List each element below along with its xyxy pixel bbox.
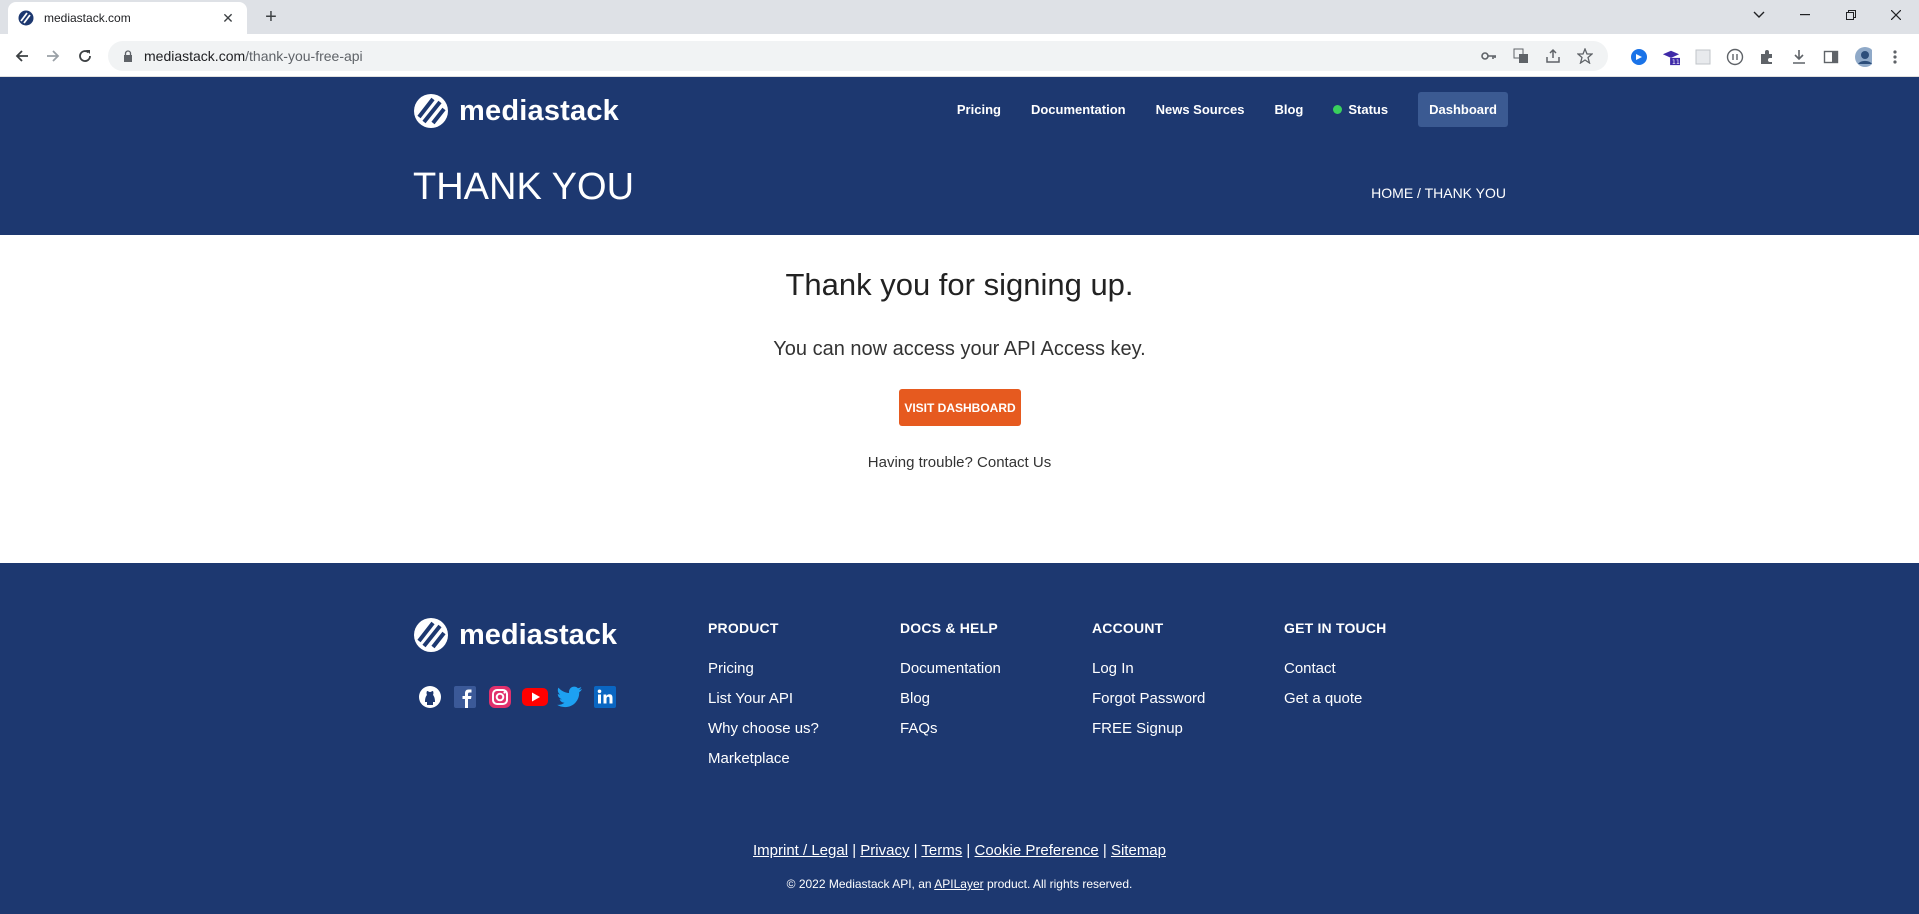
extension-blue-circle-icon[interactable] bbox=[1630, 48, 1648, 66]
footer-column-account: ACCOUNT Log In Forgot Password FREE Sign… bbox=[1092, 620, 1205, 750]
back-button[interactable] bbox=[8, 42, 36, 70]
privacy-link[interactable]: Privacy bbox=[860, 842, 909, 859]
new-tab-button[interactable]: + bbox=[258, 4, 284, 30]
profile-avatar-icon[interactable] bbox=[1854, 47, 1872, 67]
copyright-suffix: product. All rights reserved. bbox=[983, 877, 1133, 891]
cookie-preference-link[interactable]: Cookie Preference bbox=[975, 842, 1099, 859]
nav-documentation[interactable]: Documentation bbox=[1031, 102, 1126, 117]
nav-pricing[interactable]: Pricing bbox=[957, 102, 1001, 117]
linkedin-icon[interactable] bbox=[592, 684, 618, 710]
nav-dashboard-button[interactable]: Dashboard bbox=[1418, 92, 1508, 127]
side-panel-icon[interactable] bbox=[1822, 48, 1840, 66]
nav-status-label: Status bbox=[1348, 102, 1389, 117]
key-icon[interactable] bbox=[1480, 47, 1498, 65]
footer-column-product: PRODUCT Pricing List Your API Why choose… bbox=[708, 620, 819, 780]
imprint-legal-link[interactable]: Imprint / Legal bbox=[753, 842, 848, 859]
social-links bbox=[417, 684, 618, 710]
restore-window-button[interactable] bbox=[1828, 0, 1874, 30]
address-bar[interactable]: mediastack.com/thank-you-free-api bbox=[108, 41, 1608, 71]
footer-heading-docs-help: DOCS & HELP bbox=[900, 620, 998, 636]
footer-heading-product: PRODUCT bbox=[708, 620, 779, 636]
footer-link-forgot-password[interactable]: Forgot Password bbox=[1092, 690, 1205, 708]
footer-link-list-your-api[interactable]: List Your API bbox=[708, 690, 819, 708]
footer-brand-logo[interactable]: mediastack bbox=[413, 617, 617, 653]
close-window-button[interactable] bbox=[1873, 0, 1919, 30]
sitemap-link[interactable]: Sitemap bbox=[1111, 842, 1166, 859]
extensions-puzzle-icon[interactable] bbox=[1758, 48, 1776, 66]
url-text: mediastack.com/thank-you-free-api bbox=[144, 48, 363, 64]
browser-menu-icon[interactable] bbox=[1886, 48, 1904, 66]
terms-link[interactable]: Terms bbox=[921, 842, 962, 859]
tab-search-icon[interactable] bbox=[1736, 0, 1782, 30]
mediastack-favicon-icon bbox=[18, 10, 34, 26]
visit-dashboard-button[interactable]: VISIT DASHBOARD bbox=[899, 389, 1021, 426]
footer-link-why-choose-us[interactable]: Why choose us? bbox=[708, 720, 819, 738]
download-icon[interactable] bbox=[1790, 48, 1808, 66]
mediastack-logo-icon bbox=[414, 618, 448, 652]
reload-button[interactable] bbox=[71, 42, 99, 70]
copyright-prefix: © 2022 Mediastack API, an bbox=[786, 877, 935, 891]
browser-tabstrip: mediastack.com ✕ + bbox=[0, 0, 1919, 34]
browser-toolbar: mediastack.com/thank-you-free-api 11 bbox=[0, 34, 1919, 77]
forward-button[interactable] bbox=[39, 42, 67, 70]
facebook-icon[interactable] bbox=[452, 684, 478, 710]
contact-us-link[interactable]: Having trouble? Contact Us bbox=[0, 454, 1919, 471]
nav-blog[interactable]: Blog bbox=[1274, 102, 1303, 117]
site-footer: mediastack PRODUCT Pricing List Your API… bbox=[0, 563, 1919, 914]
translate-icon[interactable] bbox=[1512, 47, 1530, 65]
share-icon[interactable] bbox=[1544, 47, 1562, 65]
extension-circle-icon[interactable] bbox=[1726, 48, 1744, 66]
footer-column-get-in-touch: GET IN TOUCH Contact Get a quote bbox=[1284, 620, 1386, 720]
footer-link-blog[interactable]: Blog bbox=[900, 690, 1001, 708]
footer-brand-name: mediastack bbox=[459, 618, 617, 651]
legal-links: Imprint / Legal | Privacy | Terms | Cook… bbox=[752, 842, 1166, 859]
bookmark-star-icon[interactable] bbox=[1576, 47, 1594, 65]
youtube-icon[interactable] bbox=[522, 684, 548, 710]
main-content: Thank you for signing up. You can now ac… bbox=[0, 235, 1919, 563]
footer-link-documentation[interactable]: Documentation bbox=[900, 660, 1001, 678]
footer-link-pricing[interactable]: Pricing bbox=[708, 660, 819, 678]
access-key-subheading: You can now access your API Access key. bbox=[773, 338, 1146, 360]
twitter-icon[interactable] bbox=[557, 684, 583, 710]
nav-status[interactable]: Status bbox=[1333, 102, 1388, 117]
footer-heading-account: ACCOUNT bbox=[1092, 620, 1164, 636]
footer-link-faqs[interactable]: FAQs bbox=[900, 720, 1001, 738]
page-title: THANK YOU bbox=[413, 166, 635, 208]
nav-news-sources[interactable]: News Sources bbox=[1156, 102, 1245, 117]
copyright: © 2022 Mediastack API, an APILayer produ… bbox=[0, 877, 1919, 891]
browser-tab[interactable]: mediastack.com ✕ bbox=[8, 2, 247, 34]
thank-you-heading: Thank you for signing up. bbox=[785, 267, 1134, 302]
footer-link-contact[interactable]: Contact bbox=[1284, 660, 1386, 678]
github-icon[interactable] bbox=[417, 684, 443, 710]
minimize-window-button[interactable] bbox=[1782, 0, 1828, 30]
url-path: /thank-you-free-api bbox=[245, 48, 363, 64]
footer-heading-get-in-touch: GET IN TOUCH bbox=[1284, 620, 1387, 636]
breadcrumb[interactable]: HOME / THANK YOU bbox=[1371, 185, 1506, 201]
footer-link-get-a-quote[interactable]: Get a quote bbox=[1284, 690, 1386, 708]
lock-icon bbox=[124, 50, 132, 62]
mediastack-logo-icon bbox=[414, 94, 448, 128]
extension-graduation-icon[interactable]: 11 bbox=[1662, 48, 1680, 66]
brand-name: mediastack bbox=[459, 94, 619, 127]
footer-link-free-signup[interactable]: FREE Signup bbox=[1092, 720, 1205, 738]
url-host: mediastack.com bbox=[144, 48, 246, 64]
footer-link-marketplace[interactable]: Marketplace bbox=[708, 750, 819, 768]
close-tab-icon[interactable]: ✕ bbox=[219, 10, 237, 27]
brand-logo-link[interactable]: mediastack bbox=[413, 93, 619, 129]
footer-column-docs-help: DOCS & HELP Documentation Blog FAQs bbox=[900, 620, 1001, 750]
footer-link-log-in[interactable]: Log In bbox=[1092, 660, 1205, 678]
tab-title: mediastack.com bbox=[44, 11, 131, 25]
main-nav: Pricing Documentation News Sources Blog … bbox=[927, 92, 1508, 127]
site-header: mediastack Pricing Documentation News So… bbox=[0, 77, 1919, 235]
instagram-icon[interactable] bbox=[487, 684, 513, 710]
status-indicator-dot bbox=[1333, 105, 1343, 114]
apilayer-link[interactable]: APILayer bbox=[934, 877, 983, 891]
extension-grid-icon[interactable] bbox=[1694, 48, 1712, 66]
svg-text:11: 11 bbox=[1672, 59, 1680, 66]
